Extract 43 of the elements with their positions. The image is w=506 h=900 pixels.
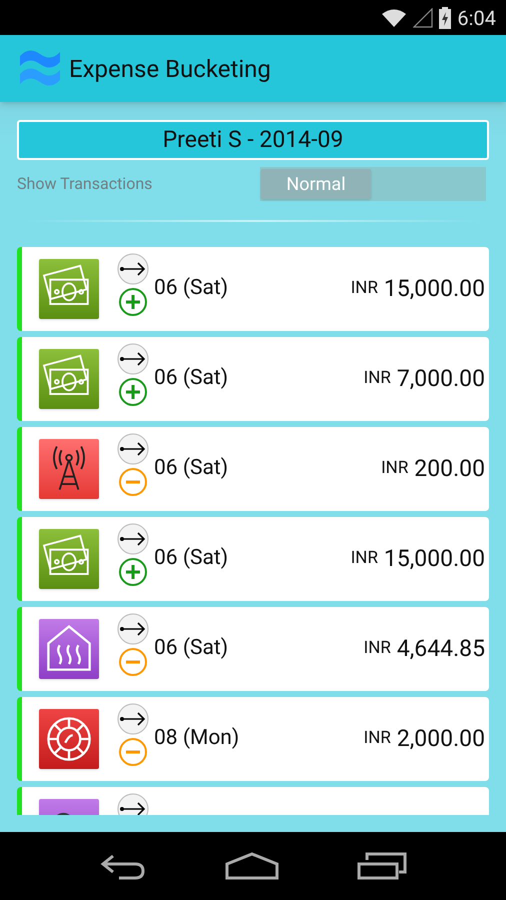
currency-text: INR: [364, 727, 391, 750]
casino-chip-icon: [39, 709, 99, 769]
date-text: 06 (Sat): [154, 635, 228, 662]
amount-text: 15,000.00: [384, 544, 485, 574]
amount-text: 2,000.00: [396, 724, 485, 754]
currency-text: INR: [364, 637, 391, 660]
period-button[interactable]: Preeti S - 2014-09: [17, 120, 489, 160]
home-icon[interactable]: [225, 852, 279, 880]
transaction-card[interactable]: 08 (Mon) INR 2,000.00: [17, 697, 489, 781]
transaction-card[interactable]: 06 (Sat) INR 15,000.00: [17, 517, 489, 601]
currency-text: INR: [350, 547, 378, 570]
transaction-card[interactable]: 06 (Sat) INR 7,000.00: [17, 337, 489, 421]
date-text: 06 (Sat): [154, 455, 228, 482]
amount-text: 7,000.00: [396, 364, 485, 394]
plus-circle-icon[interactable]: [118, 557, 148, 587]
transaction-card[interactable]: 06 (Sat) INR 4,644.85: [17, 607, 489, 691]
amount-text: 4,644.85: [396, 634, 485, 664]
back-icon[interactable]: [99, 852, 147, 880]
plus-circle-icon[interactable]: [118, 287, 148, 317]
date-text: 06 (Sat): [154, 365, 228, 392]
currency-text: INR: [350, 277, 378, 300]
date-text: 06 (Sat): [154, 275, 228, 302]
plus-circle-icon[interactable]: [118, 377, 148, 407]
signal-icon: [413, 8, 434, 28]
radio-tower-icon: [39, 439, 99, 499]
app-title: Expense Bucketing: [69, 54, 271, 84]
date-text: 08 (Mon): [154, 725, 240, 752]
clock-text: 6:04: [457, 4, 496, 32]
recent-apps-icon[interactable]: [357, 852, 407, 880]
amount-text: 200.00: [414, 454, 485, 484]
date-text: 06 (Sat): [154, 545, 228, 572]
transaction-card[interactable]: 06 (Sat) INR 15,000.00: [17, 247, 489, 331]
battery-icon: [439, 6, 452, 28]
currency-text: INR: [364, 367, 391, 390]
banknotes-icon: [39, 259, 99, 319]
filter-label: Show Transactions: [17, 173, 154, 195]
banknotes-icon: [39, 349, 99, 409]
wifi-icon: [381, 8, 408, 28]
currency-text: INR: [381, 457, 408, 480]
transaction-card[interactable]: 06 (Sat) INR 200.00: [17, 427, 489, 511]
heated-house-icon: [39, 619, 99, 679]
amount-text: 15,000.00: [384, 274, 485, 304]
banknotes-icon: [39, 529, 99, 589]
